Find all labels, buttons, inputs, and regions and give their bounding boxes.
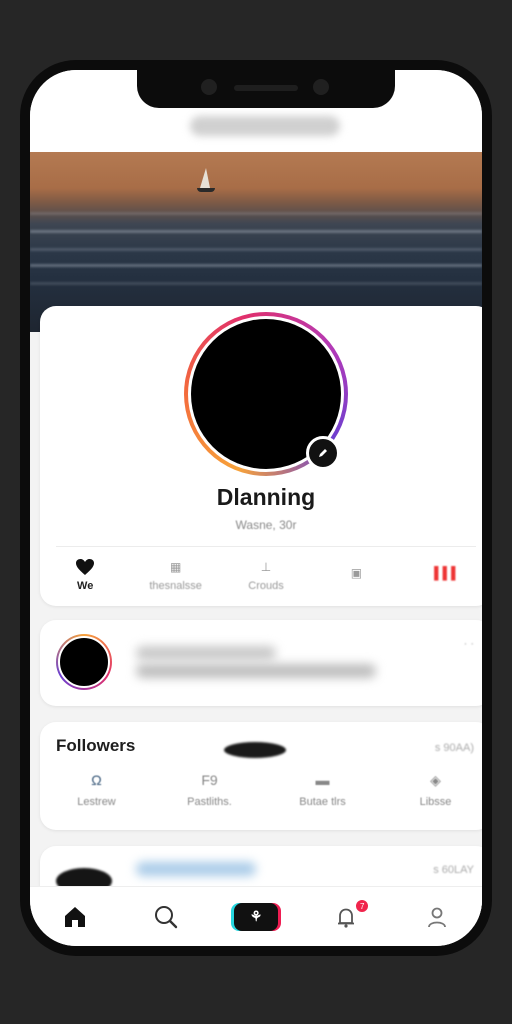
stat-item[interactable]: ▦ thesnalsse — [130, 552, 220, 598]
followers-row: Ω Lestrew F9 Pastliths. ▬ Butae tlrs ◈ L… — [40, 772, 482, 824]
stat-item[interactable]: ▌▌▌ — [402, 552, 482, 598]
follower-icon: F9 — [201, 772, 218, 788]
tab-bar: ⚘ 7 — [30, 886, 482, 946]
activity-card[interactable]: · · — [40, 620, 482, 706]
phone-frame: Dlanning Wasne, 30r We ▦ thesnalsse ⊥ Cr… — [20, 60, 492, 956]
follower-icon: ◈ — [430, 772, 441, 788]
profile-card: Dlanning Wasne, 30r We ▦ thesnalsse ⊥ Cr… — [40, 306, 482, 606]
wave — [30, 230, 482, 233]
follower-icon: ▬ — [315, 772, 330, 788]
feed-meta: s 60LAY — [433, 864, 474, 876]
follower-label: Butae tlrs — [299, 796, 346, 808]
stats-row: We ▦ thesnalsse ⊥ Crouds ▣ ▌▌▌ — [40, 552, 482, 598]
screen: Dlanning Wasne, 30r We ▦ thesnalsse ⊥ Cr… — [30, 70, 482, 946]
tab-home[interactable] — [30, 887, 120, 946]
search-icon — [154, 905, 177, 928]
sailboat-icon — [200, 168, 210, 188]
wave — [30, 248, 482, 251]
sailboat-hull — [197, 188, 215, 192]
follower-item[interactable]: ▬ Butae tlrs — [266, 772, 379, 824]
blurred-text — [136, 862, 256, 876]
stat-icon: ▣ — [350, 566, 363, 580]
heart-icon — [75, 558, 95, 576]
pencil-icon — [319, 449, 327, 457]
sensor — [313, 79, 329, 95]
follower-label: Pastliths. — [187, 796, 232, 808]
follower-label: Libsse — [419, 796, 452, 808]
activity-meta: · · — [463, 638, 474, 650]
stat-label: Crouds — [248, 580, 284, 592]
tab-search[interactable] — [120, 887, 210, 946]
activity-avatar — [56, 634, 112, 690]
stat-item[interactable]: ▣ — [311, 552, 401, 598]
profile-name: Dlanning — [216, 484, 316, 510]
followers-title: Followers — [56, 736, 136, 755]
cover-photo[interactable] — [30, 152, 482, 332]
divider — [56, 546, 476, 547]
blurred-text — [136, 664, 376, 678]
camera — [201, 79, 217, 95]
wave — [30, 282, 482, 285]
notification-badge: 7 — [355, 899, 370, 913]
blurred-avatar — [224, 742, 286, 758]
stat-likes[interactable]: We — [40, 552, 130, 598]
stat-icon: ⊥ — [260, 560, 272, 574]
follower-item[interactable]: Ω Lestrew — [40, 772, 153, 824]
tab-create[interactable]: ⚘ — [211, 887, 301, 946]
create-icon: ⚘ — [249, 908, 263, 924]
create-button[interactable]: ⚘ — [234, 902, 279, 931]
profile-handle: Wasne, 30r — [235, 518, 297, 532]
wave — [30, 212, 482, 215]
profile-icon — [427, 907, 446, 927]
home-icon — [65, 906, 86, 927]
follower-icon: Ω — [91, 772, 102, 788]
blurred-text — [136, 646, 276, 660]
top-bar-title — [190, 116, 340, 136]
tab-profile[interactable] — [392, 887, 482, 946]
follower-item[interactable]: ◈ Libsse — [379, 772, 482, 824]
stat-icon: ▦ — [169, 560, 182, 574]
follower-label: Lestrew — [77, 796, 116, 808]
stat-label: thesnalsse — [149, 580, 202, 592]
notch — [137, 70, 395, 108]
followers-card: Followers s 90AA) Ω Lestrew F9 Pastliths… — [40, 722, 482, 830]
follower-item[interactable]: F9 Pastliths. — [153, 772, 266, 824]
followers-count: s 90AA) — [434, 742, 474, 754]
speaker — [234, 85, 298, 91]
stat-label: We — [77, 580, 94, 592]
stat-item[interactable]: ⊥ Crouds — [221, 552, 311, 598]
stat-icon: ▌▌▌ — [434, 566, 460, 580]
edit-avatar-button[interactable] — [306, 436, 340, 470]
tab-notifications[interactable]: 7 — [301, 887, 391, 946]
wave — [30, 264, 482, 267]
